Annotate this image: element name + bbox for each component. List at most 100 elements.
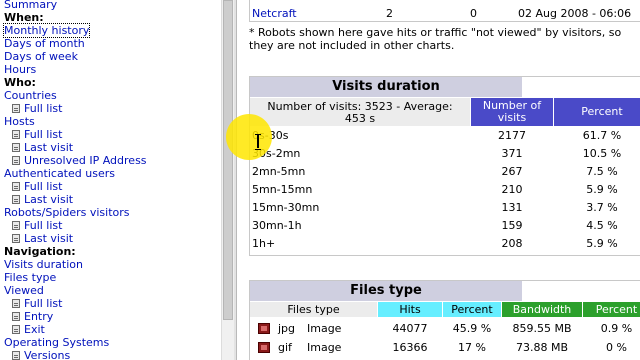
nav-item-hours[interactable]: Hours [4, 63, 36, 76]
nav-link-label[interactable]: Operating Systems [4, 336, 109, 349]
document-icon [12, 234, 20, 243]
duration-percent: 7.5 % [586, 165, 618, 178]
nav-item-viewed[interactable]: Viewed [4, 284, 44, 297]
file-hits: 44077 [392, 322, 428, 335]
image-file-icon [258, 342, 270, 353]
nav-link-label[interactable]: Hosts [4, 115, 35, 128]
nav-link-label[interactable]: Visits duration [4, 258, 83, 271]
file-description: Image [307, 322, 342, 335]
duration-visits: 371 [501, 147, 523, 160]
nav-item-countries[interactable]: Countries [4, 89, 57, 102]
document-icon [12, 104, 20, 113]
nav-link-label[interactable]: Days of week [4, 50, 78, 63]
document-icon [12, 143, 20, 152]
col-bandwidth: Bandwidth [502, 302, 582, 317]
document-icon [12, 351, 20, 360]
nav-heading-who: Who: [4, 76, 36, 89]
nav-subitem-entry[interactable]: Entry [12, 310, 53, 323]
visits-duration-table: Visits duration Number of visits: 3523 -… [249, 76, 640, 256]
nav-link-label[interactable]: Robots/Spiders visitors [4, 206, 130, 219]
nav-link-label[interactable]: Authenticated users [4, 167, 115, 180]
document-icon [12, 299, 20, 308]
robot-name-link[interactable]: Netcraft [252, 7, 297, 20]
nav-link-label[interactable]: Days of month [4, 37, 85, 50]
nav-link-label[interactable]: Full list [24, 180, 62, 193]
nav-link-label[interactable]: Countries [4, 89, 57, 102]
frame-divider[interactable] [234, 0, 237, 360]
nav-heading-label: Who: [4, 76, 36, 89]
nav-subitem-full-list[interactable]: Full list [12, 128, 62, 141]
nav-link-label[interactable]: Full list [24, 102, 62, 115]
file-hits-percent: 17 % [458, 341, 486, 354]
col-files-type: Files type [250, 302, 377, 317]
document-icon [12, 182, 20, 191]
nav-link-label[interactable]: Last visit [24, 141, 73, 154]
col-percent: Percent [554, 98, 640, 126]
nav-subitem-last-visit[interactable]: Last visit [12, 141, 73, 154]
duration-visits: 159 [501, 219, 523, 232]
nav-item-days-of-month[interactable]: Days of month [4, 37, 85, 50]
nav-subitem-versions[interactable]: Versions [12, 349, 70, 360]
nav-link-label[interactable]: Hours [4, 63, 36, 76]
col-bandwidth-percent: Percent [583, 302, 640, 317]
nav-item-visits-duration[interactable]: Visits duration [4, 258, 83, 271]
col-hits: Hits [378, 302, 442, 317]
nav-item-robots-spiders-visitors[interactable]: Robots/Spiders visitors [4, 206, 130, 219]
nav-link-label[interactable]: Viewed [4, 284, 44, 297]
visits-summary: Number of visits: 3523 - Average: 453 s [250, 98, 470, 126]
duration-visits: 131 [501, 201, 523, 214]
duration-range: 15mn-30mn [252, 201, 320, 214]
nav-subitem-unresolved-ip-address[interactable]: Unresolved IP Address [12, 154, 147, 167]
nav-link-label[interactable]: Files type [4, 271, 56, 284]
file-bandwidth: 73.88 MB [515, 341, 569, 354]
nav-link-label[interactable]: Full list [24, 219, 62, 232]
nav-link-label[interactable]: Unresolved IP Address [24, 154, 147, 167]
nav-link-label[interactable]: Monthly history [2, 23, 91, 38]
nav-subitem-full-list[interactable]: Full list [12, 219, 62, 232]
nav-heading-label: When: [4, 11, 44, 24]
duration-visits: 267 [501, 165, 523, 178]
nav-subitem-last-visit[interactable]: Last visit [12, 193, 73, 206]
nav-link-label[interactable]: Last visit [24, 232, 73, 245]
file-hits-percent: 45.9 % [452, 322, 492, 335]
file-bandwidth-percent: 0 % [606, 341, 627, 354]
nav-subitem-exit[interactable]: Exit [12, 323, 45, 336]
nav-link-label[interactable]: Last visit [24, 193, 73, 206]
duration-visits: 2177 [498, 129, 526, 142]
nav-link-label[interactable]: Exit [24, 323, 45, 336]
robot-hits: 2 [386, 7, 393, 20]
nav-subitem-full-list[interactable]: Full list [12, 297, 62, 310]
nav-item-monthly-history[interactable]: Monthly history [2, 23, 91, 38]
navigation-frame: Summary When: Monthly history Days of month… [0, 0, 221, 360]
nav-item-days-of-week[interactable]: Days of week [4, 50, 78, 63]
nav-item-summary[interactable]: Summary [4, 0, 57, 11]
nav-scrollbar-thumb[interactable] [223, 0, 233, 320]
file-hits: 16366 [392, 341, 428, 354]
nav-heading-when: When: [4, 11, 44, 24]
duration-percent: 5.9 % [586, 237, 618, 250]
duration-percent: 61.7 % [582, 129, 622, 142]
robot-last-visit: 02 Aug 2008 - 06:06 [518, 7, 632, 20]
nav-link-label[interactable]: Full list [24, 128, 62, 141]
image-file-icon [258, 323, 270, 334]
document-icon [12, 195, 20, 204]
nav-link-label[interactable]: Full list [24, 297, 62, 310]
nav-subitem-full-list[interactable]: Full list [12, 180, 62, 193]
nav-link-label[interactable]: Entry [24, 310, 53, 323]
nav-link-label[interactable]: Versions [24, 349, 70, 360]
duration-range: 1h+ [252, 237, 276, 250]
nav-link-label[interactable]: Summary [4, 0, 57, 11]
duration-range: 5mn-15mn [252, 183, 313, 196]
nav-item-files-type[interactable]: Files type [4, 271, 56, 284]
visits-duration-title: Visits duration [250, 77, 522, 97]
file-extension: gif [278, 341, 292, 354]
document-icon [12, 130, 20, 139]
nav-subitem-full-list[interactable]: Full list [12, 102, 62, 115]
duration-visits: 210 [501, 183, 523, 196]
nav-subitem-last-visit[interactable]: Last visit [12, 232, 73, 245]
nav-item-authenticated-users[interactable]: Authenticated users [4, 167, 115, 180]
nav-heading-label: Navigation: [4, 245, 76, 258]
document-icon [12, 156, 20, 165]
nav-item-operating-systems[interactable]: Operating Systems [4, 336, 109, 349]
nav-item-hosts[interactable]: Hosts [4, 115, 35, 128]
